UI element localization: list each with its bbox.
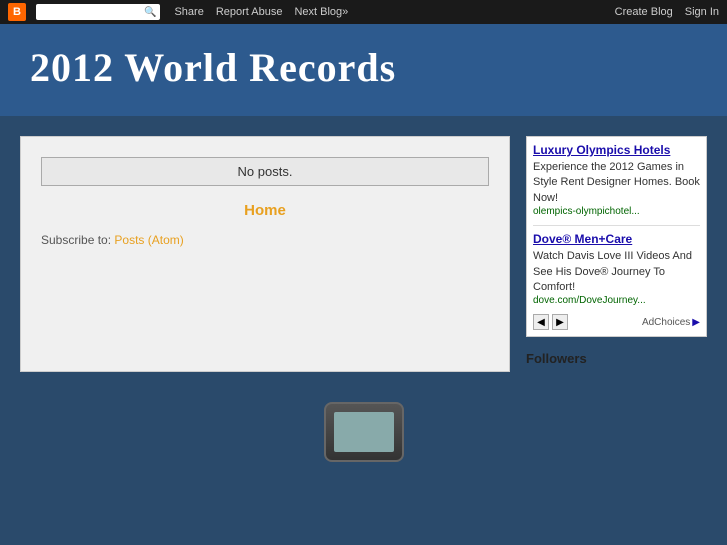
- ad-divider: [533, 225, 700, 226]
- ad1-title[interactable]: Luxury Olympics Hotels: [533, 143, 700, 157]
- main-content: No posts. Home Subscribe to: Posts (Atom…: [20, 136, 510, 372]
- subscribe-line: Subscribe to: Posts (Atom): [41, 233, 489, 247]
- subscribe-prefix: Subscribe to:: [41, 233, 111, 247]
- adchoices: AdChoices ▶: [642, 317, 700, 328]
- no-posts-box: No posts.: [41, 157, 489, 186]
- search-input[interactable]: [40, 5, 140, 19]
- ad-widget: Luxury Olympics Hotels Experience the 20…: [526, 136, 707, 337]
- ad-next-button[interactable]: ▶: [552, 314, 568, 330]
- ad1-url: olempics-olympichotel...: [533, 206, 700, 217]
- content-area: No posts. Home Subscribe to: Posts (Atom…: [0, 116, 727, 392]
- no-posts-text: No posts.: [238, 164, 293, 179]
- home-link[interactable]: Home: [41, 202, 489, 219]
- ad1-body: Experience the 2012 Games in Style Rent …: [533, 161, 700, 204]
- ad2-url: dove.com/DoveJourney...: [533, 295, 700, 306]
- device-image: [324, 402, 404, 462]
- blog-title: 2012 World Records: [30, 44, 697, 91]
- navbar-links: Share Report Abuse Next Blog»: [174, 6, 348, 18]
- ad2-title[interactable]: Dove® Men+Care: [533, 232, 700, 246]
- blogger-logo: B: [8, 3, 26, 21]
- followers-section: Followers: [526, 351, 707, 366]
- navbar: B 🔍 Share Report Abuse Next Blog» Create…: [0, 0, 727, 24]
- next-blog-link[interactable]: Next Blog»: [294, 6, 348, 18]
- device-screen: [334, 412, 394, 452]
- followers-title: Followers: [526, 351, 707, 366]
- navbar-right: Create Blog Sign In: [615, 6, 719, 18]
- adchoices-icon: ▶: [692, 317, 700, 328]
- ad-prev-button[interactable]: ◀: [533, 314, 549, 330]
- bottom-area: [0, 392, 727, 472]
- search-box: 🔍: [36, 4, 160, 20]
- subscribe-link[interactable]: Posts (Atom): [114, 233, 183, 247]
- adchoices-label: AdChoices: [642, 317, 690, 328]
- share-link[interactable]: Share: [174, 6, 203, 18]
- create-blog-link[interactable]: Create Blog: [615, 6, 673, 18]
- report-abuse-link[interactable]: Report Abuse: [216, 6, 283, 18]
- sidebar: Luxury Olympics Hotels Experience the 20…: [526, 136, 707, 372]
- sign-in-link[interactable]: Sign In: [685, 6, 719, 18]
- ad2-body: Watch Davis Love III Videos And See His …: [533, 250, 692, 293]
- search-icon: 🔍: [144, 7, 156, 18]
- blog-header: 2012 World Records: [0, 24, 727, 116]
- ad-navigation: ◀ ▶ AdChoices ▶: [533, 314, 700, 330]
